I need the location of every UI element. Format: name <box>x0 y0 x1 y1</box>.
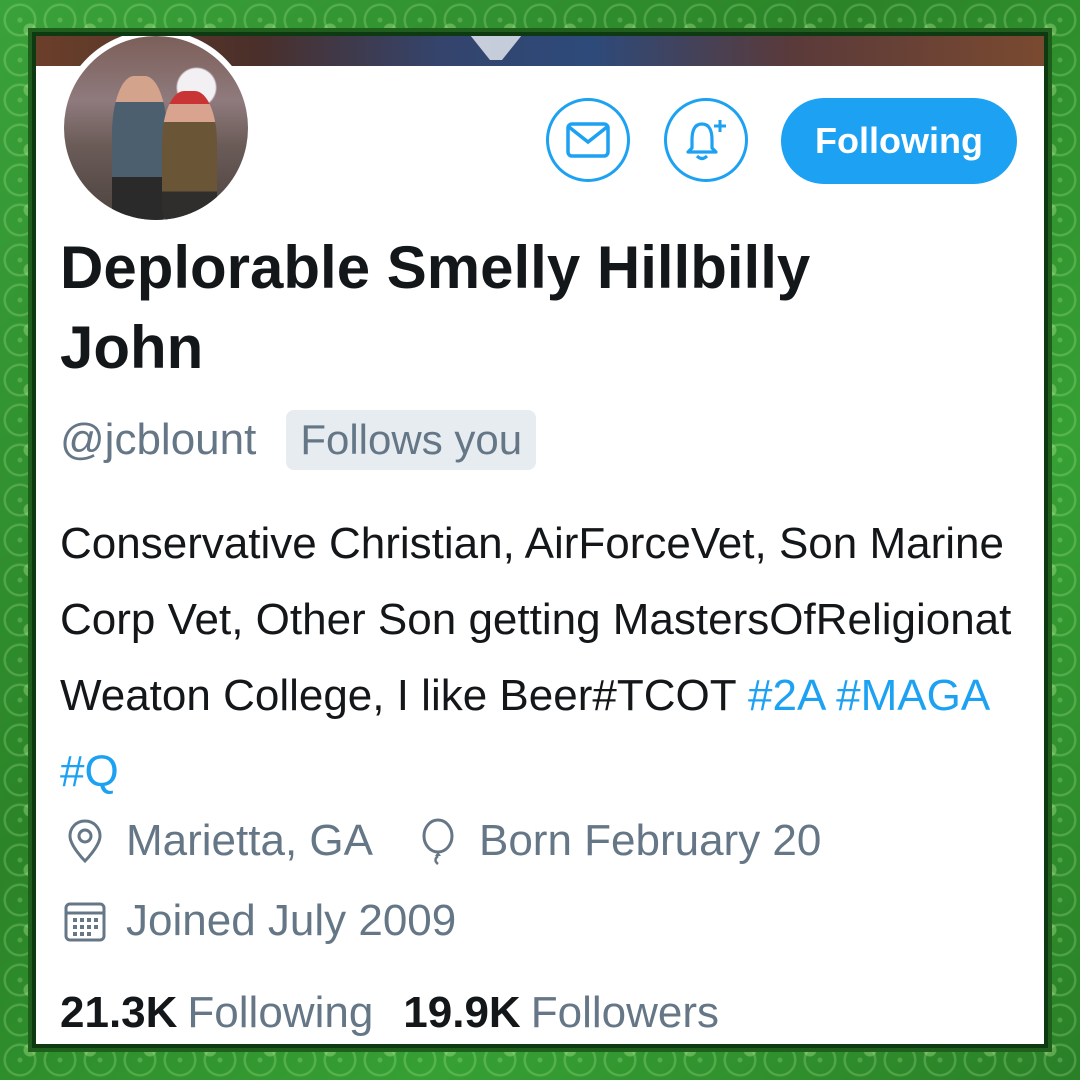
profile-card: Following Deplorable Smelly Hillbilly Jo… <box>36 36 1044 1044</box>
followers-count: 19.9K <box>403 988 521 1037</box>
map-pin-icon <box>68 819 102 864</box>
following-label: Following <box>187 988 374 1037</box>
message-button[interactable] <box>546 98 630 182</box>
follows-you-badge: Follows you <box>286 410 537 470</box>
display-name: Deplorable Smelly Hillbilly John <box>60 234 811 381</box>
bell-plus-icon <box>686 120 726 161</box>
profile-stats: 21.3K Following 19.9K Followers <box>60 988 719 1038</box>
following-count: 21.3K <box>60 988 178 1037</box>
envelope-icon <box>566 122 610 158</box>
banner-flag-detail <box>466 36 526 60</box>
user-handle: @jcblount <box>60 415 257 464</box>
joined-text: Joined July 2009 <box>126 896 457 945</box>
birthday-text: Born February 20 <box>478 816 822 865</box>
followers-stat-link[interactable]: 19.9K Followers <box>403 988 719 1038</box>
hashtag-link[interactable]: #Q <box>60 747 119 796</box>
hashtag-link[interactable]: #2A <box>748 671 824 720</box>
following-stat-link[interactable]: 21.3K Following <box>60 988 373 1038</box>
location-item: Marietta, GA <box>60 816 373 866</box>
followers-label: Followers <box>530 988 719 1037</box>
avatar-person-right <box>161 91 217 220</box>
profile-meta-row: Marietta, GA Born February 20 <box>60 816 821 866</box>
avatar-person-left <box>111 76 168 220</box>
balloon-icon <box>422 818 454 865</box>
profile-meta-row-joined: Joined July 2009 <box>60 896 456 946</box>
notifications-button[interactable] <box>664 98 748 182</box>
hashtag-link[interactable]: #MAGA <box>836 671 988 720</box>
following-button[interactable]: Following <box>781 98 1017 184</box>
birthday-item: Born February 20 <box>413 816 821 866</box>
avatar-photo <box>64 36 248 220</box>
location-text: Marietta, GA <box>126 816 373 865</box>
calendar-icon <box>64 902 106 942</box>
handle-row: @jcblount Follows you <box>60 408 537 472</box>
joined-item: Joined July 2009 <box>60 896 456 946</box>
avatar[interactable] <box>58 36 254 226</box>
profile-bio: Conservative Christian, AirForceVet, Son… <box>60 506 1020 810</box>
